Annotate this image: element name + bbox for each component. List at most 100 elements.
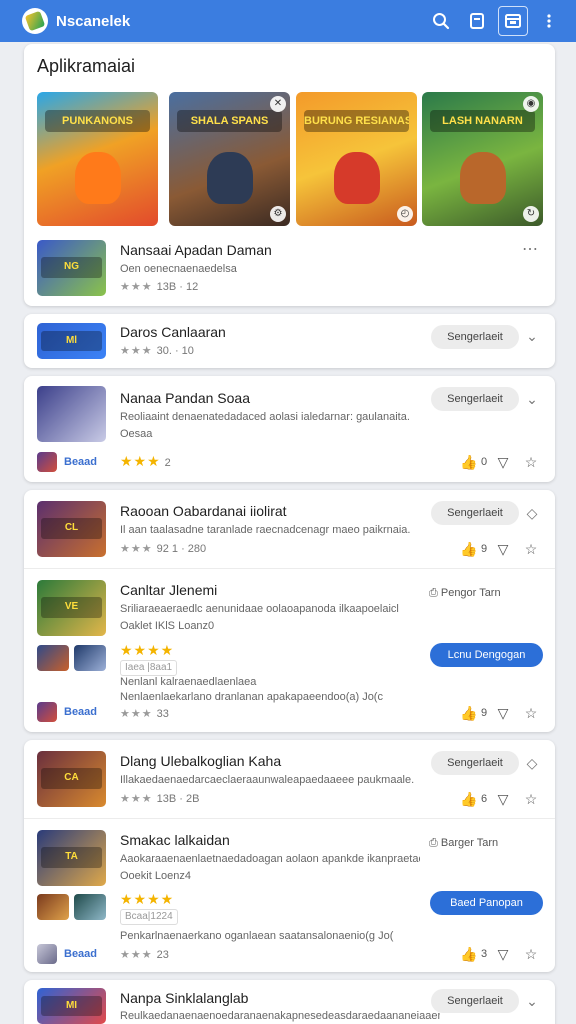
star-rating-icon: ★★★	[120, 543, 153, 555]
screenshot-thumb[interactable]	[37, 645, 69, 671]
game-tile-4[interactable]: LASH NANARN ◉ ↻	[422, 92, 543, 226]
app-description: Aaokaraaenaenlaetnaedadoagan aolaon apan…	[120, 853, 420, 865]
thumbs-down-icon[interactable]: ▽	[494, 453, 512, 471]
more-vert-icon[interactable]	[534, 6, 564, 36]
game-tile-1[interactable]: PUNKANONS	[37, 92, 158, 226]
subscribe-button[interactable]: Sengerlaeit	[431, 989, 519, 1013]
app-description: Reoliaaint denaenatedadaced aolasi ialed…	[120, 411, 410, 423]
thumbs-down-icon[interactable]: ▽	[494, 540, 512, 558]
subscribe-button[interactable]: Sengerlaeit	[431, 751, 519, 775]
app-thumbnail[interactable]: CA	[37, 751, 106, 807]
close-icon[interactable]: ✕	[270, 96, 286, 112]
like-count: 3	[481, 948, 488, 960]
search-icon[interactable]	[426, 6, 456, 36]
thumbs-down-icon[interactable]: ▽	[494, 945, 512, 963]
thumbs-up-icon[interactable]: 👍	[460, 790, 478, 808]
chevron-down-icon[interactable]: ⌄	[524, 993, 540, 1009]
star-rating-icon: ★★★	[120, 708, 153, 720]
character-icon	[460, 152, 506, 204]
publisher-label[interactable]: Beaad	[64, 948, 97, 960]
like-count: 9	[481, 543, 488, 555]
diamond-icon[interactable]: ◇	[524, 505, 540, 521]
top-app-bar: Nscanelek	[0, 0, 576, 42]
thumbs-down-icon[interactable]: ▽	[494, 704, 512, 722]
app-thumbnail[interactable]: TA	[37, 830, 106, 886]
screenshot-thumb[interactable]	[74, 894, 106, 920]
app-rating: ★★★ 13B · 2B	[120, 793, 200, 805]
app-thumbnail[interactable]: CL	[37, 501, 106, 557]
app-description: Oen oenecnaenaedelsa	[120, 263, 237, 275]
star-rating-icon: ★★★	[120, 793, 153, 805]
app-logo[interactable]	[22, 8, 48, 34]
thumbs-up-icon[interactable]: 👍	[460, 704, 478, 722]
clock-icon[interactable]: ◴	[397, 206, 413, 222]
tile-label: PUNKANONS	[45, 110, 150, 132]
chevron-down-icon[interactable]: ⌄	[524, 391, 540, 407]
character-icon	[207, 152, 253, 204]
app-thumbnail[interactable]: NG	[37, 240, 106, 296]
screenshot-thumb[interactable]	[74, 645, 106, 671]
publisher-label[interactable]: Beaad	[64, 706, 97, 718]
app-title[interactable]: Canltar Jlenemi	[120, 582, 217, 598]
app-thumbnail[interactable]: Ml	[37, 323, 106, 359]
app-rating-2: ★★★ 33	[120, 708, 169, 720]
diamond-icon[interactable]: ◇	[524, 755, 540, 771]
star-icon[interactable]: ☆	[522, 453, 540, 471]
gear-icon[interactable]: ⚙	[270, 206, 286, 222]
app-rating: ★★★★	[120, 891, 178, 908]
info-tag: Bcaa|1224	[120, 909, 178, 925]
character-icon	[334, 152, 380, 204]
link-barger[interactable]: ⎙ Barger Tarn	[429, 837, 498, 850]
subscribe-button[interactable]: Sengerlaeit	[431, 325, 519, 349]
thumbs-up-icon[interactable]: 👍	[460, 453, 478, 471]
info-tag: Iaea |8aa1	[120, 660, 178, 676]
install-button[interactable]: Baed Panopan	[430, 891, 543, 915]
chevron-down-icon[interactable]: ⌄	[524, 328, 540, 344]
app-row-card: MI Nanpa Sinklalanglab Reulkaedanaenaeno…	[24, 980, 555, 1024]
share-icon[interactable]: ◉	[523, 96, 539, 112]
app-title[interactable]: Daros Canlaaran	[120, 324, 226, 340]
star-rating-icon: ★★★	[120, 949, 153, 961]
app-thumbnail[interactable]: VE	[37, 580, 106, 636]
star-rating-icon: ★★★★	[120, 891, 175, 907]
app-title[interactable]: Nansaai Apadan Daman	[120, 242, 272, 258]
subscribe-button[interactable]: Sengerlaeit	[431, 501, 519, 525]
star-rating-icon: ★★★	[120, 345, 153, 357]
app-title[interactable]: Nanpa Sinklalanglab	[120, 990, 248, 1006]
star-icon[interactable]: ☆	[522, 540, 540, 558]
install-button[interactable]: Lcnu Dengogan	[430, 643, 543, 667]
subscribe-button[interactable]: Sengerlaeit	[431, 387, 519, 411]
section-title: Aplikramaiai	[37, 56, 136, 76]
tile-label: BURUNG RESIANAS	[304, 110, 409, 132]
star-rating-icon: ★★★★	[120, 642, 175, 658]
like-count: 9	[481, 707, 488, 719]
game-tile-2[interactable]: SHALA SPANS ✕ ⚙	[169, 92, 290, 226]
star-icon[interactable]: ☆	[522, 704, 540, 722]
app-description: Illakaedaenaedarcaeclaeraaunwaleapaedaae…	[120, 774, 415, 786]
thumbs-down-icon[interactable]: ▽	[494, 790, 512, 808]
app-row-card: Nanaa Pandan Soaa Reoliaaint denaenateda…	[24, 376, 555, 482]
calendar-icon[interactable]	[498, 6, 528, 36]
star-icon[interactable]: ☆	[522, 945, 540, 963]
publisher-label[interactable]: Beaad	[64, 456, 97, 468]
app-thumbnail[interactable]	[37, 386, 106, 442]
thumbs-up-icon[interactable]: 👍	[460, 945, 478, 963]
screenshot-thumb[interactable]	[37, 894, 69, 920]
more-horiz-icon[interactable]: ⋯	[522, 242, 538, 258]
divider	[24, 818, 555, 819]
publisher-icon	[37, 452, 57, 472]
app-title[interactable]: Dlang Ulebalkoglian Kaha	[120, 753, 281, 769]
app-title[interactable]: Smakac lalkaidan	[120, 832, 230, 848]
thumbs-up-icon[interactable]: 👍	[460, 540, 478, 558]
app-rating: ★★★ 92 1 · 280	[120, 543, 207, 555]
bookmark-icon[interactable]	[462, 6, 492, 36]
app-rating-2: ★★★ 23	[120, 949, 169, 961]
app-thumbnail[interactable]: MI	[37, 988, 106, 1024]
refresh-icon[interactable]: ↻	[523, 206, 539, 222]
app-description-2: Oesaa	[120, 428, 153, 440]
game-tile-3[interactable]: BURUNG RESIANAS ◴	[296, 92, 417, 226]
link-pengor[interactable]: ⎙ Pengor Tarn	[429, 587, 501, 600]
app-title[interactable]: Nanaa Pandan Soaa	[120, 390, 250, 406]
star-icon[interactable]: ☆	[522, 790, 540, 808]
app-title[interactable]: Raooan Oabardanai iiolirat	[120, 503, 287, 519]
